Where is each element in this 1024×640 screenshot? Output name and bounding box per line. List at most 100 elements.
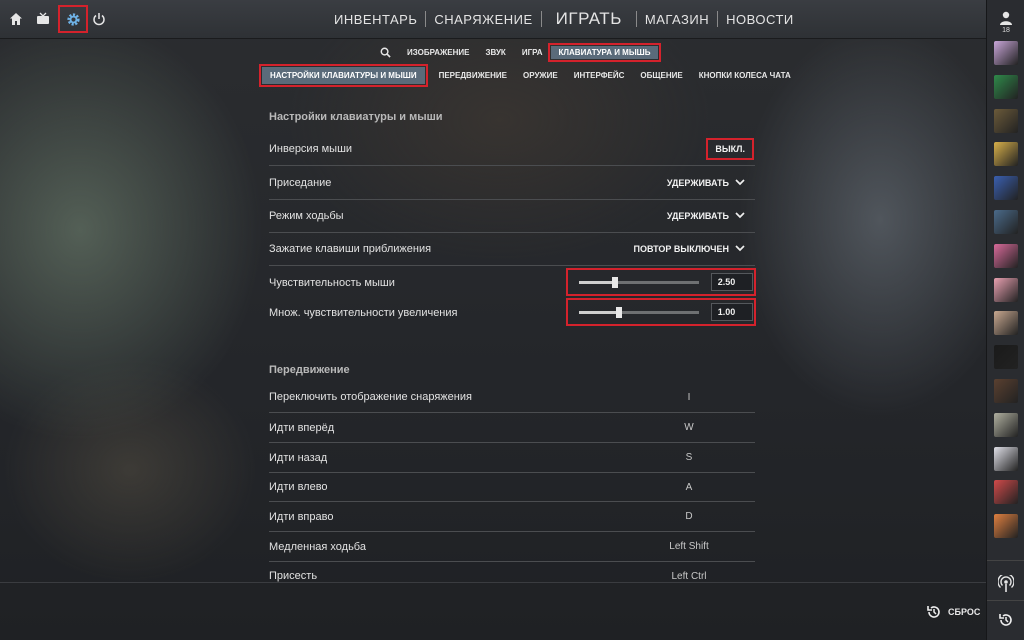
friend-avatar[interactable] [994, 74, 1018, 99]
friend-avatar[interactable] [994, 176, 1018, 201]
zoom-sensitivity-slider: 1.00 [566, 298, 756, 326]
broadcast-icon[interactable] [997, 573, 1015, 598]
search-icon[interactable] [376, 47, 399, 58]
keybind-label: Присесть [269, 570, 318, 582]
reset-label: СБРОС [948, 607, 981, 617]
chevron-down-icon [735, 212, 745, 219]
slider-handle[interactable] [615, 306, 622, 318]
setting-label: Режим ходьбы [269, 209, 344, 222]
footer-divider [0, 582, 986, 583]
zoom-hold-dropdown[interactable]: ПОВТОР ВЫКЛЮЧЕН [633, 244, 745, 254]
subtab-interface[interactable]: ИНТЕРФЕЙС [566, 67, 633, 84]
section-title-keyboard-mouse: Настройки клавиатуры и мыши [269, 111, 443, 123]
gear-icon[interactable] [58, 5, 88, 33]
keybind-value[interactable]: A [649, 482, 729, 493]
crouch-dropdown[interactable]: УДЕРЖИВАТЬ [667, 178, 745, 188]
dropdown-value: УДЕРЖИВАТЬ [666, 210, 729, 221]
setting-row-mouse-sensitivity: Чувствительность мыши 2.50 [269, 266, 756, 299]
friends-sidebar: 18 [986, 0, 1024, 640]
setting-row-zoom-hold: Зажатие клавиши приближения ПОВТОР ВЫКЛЮ… [269, 232, 755, 266]
friend-avatar[interactable] [994, 108, 1018, 133]
friend-avatar[interactable] [994, 412, 1018, 437]
friend-avatar[interactable] [994, 41, 1018, 65]
main-nav: ИНВЕНТАРЬ СНАРЯЖЕНИЕ ИГРАТЬ МАГАЗИН НОВО… [326, 0, 802, 38]
setting-row-crouch: Приседание УДЕРЖИВАТЬ [269, 166, 755, 200]
nav-loadout[interactable]: СНАРЯЖЕНИЕ [426, 12, 540, 27]
subtab-communication[interactable]: ОБЩЕНИЕ [632, 67, 690, 84]
subtab-keyboard-mouse-settings[interactable]: НАСТРОЙКИ КЛАВИАТУРЫ И МЫШИ [259, 64, 428, 87]
keybind-row[interactable]: Идти вправо D [269, 502, 755, 532]
sidebar-divider [987, 600, 1024, 601]
section-title-movement: Передвижение [269, 364, 350, 376]
tab-keyboard-mouse[interactable]: КЛАВИАТУРА И МЫШЬ [547, 42, 662, 62]
keybind-value[interactable]: Left Ctrl [649, 571, 729, 582]
keybind-row[interactable]: Переключить отображение снаряжения I [269, 382, 755, 413]
keybind-value[interactable]: I [649, 392, 729, 403]
walk-mode-dropdown[interactable]: УДЕРЖИВАТЬ [667, 211, 745, 221]
tab-audio[interactable]: ЗВУК [477, 46, 513, 59]
chevron-down-icon [735, 179, 745, 186]
friend-avatar[interactable] [994, 379, 1018, 403]
friend-avatar[interactable] [994, 142, 1018, 167]
nav-inventory[interactable]: ИНВЕНТАРЬ [326, 12, 425, 27]
dropdown-value: ПОВТОР ВЫКЛЮЧЕН [633, 243, 729, 254]
keybind-row[interactable]: Медленная ходьба Left Shift [269, 532, 755, 562]
keybind-value[interactable]: Left Shift [649, 541, 729, 552]
subtab-movement[interactable]: ПЕРЕДВИЖЕНИЕ [431, 67, 515, 84]
nav-store[interactable]: МАГАЗИН [637, 12, 717, 27]
slider-handle[interactable] [611, 276, 618, 288]
setting-label: Чувствительность мыши [269, 276, 395, 289]
keybind-row[interactable]: Идти влево A [269, 473, 755, 502]
keybind-label: Медленная ходьба [269, 540, 366, 553]
friend-avatar[interactable] [994, 345, 1018, 370]
subtab-chat-wheel-keys[interactable]: КНОПКИ КОЛЕСА ЧАТА [691, 67, 799, 84]
slider-fill [579, 310, 619, 314]
subtab-weapons[interactable]: ОРУЖИЕ [515, 67, 566, 84]
friend-avatar[interactable] [994, 311, 1018, 336]
dropdown-value: УДЕРЖИВАТЬ [666, 177, 729, 188]
history-icon[interactable] [998, 612, 1014, 633]
setting-label: Зажатие клавиши приближения [269, 242, 432, 255]
zoom-sensitivity-input[interactable]: 1.00 [710, 303, 753, 321]
keybind-label: Идти вперёд [269, 421, 335, 434]
setting-row-invert-mouse: Инверсия мыши ВЫКЛ. [269, 132, 755, 166]
tv-icon[interactable] [33, 9, 53, 29]
keybind-label: Идти назад [269, 451, 328, 464]
friend-avatar[interactable] [994, 480, 1018, 505]
keybind-label: Переключить отображение снаряжения [269, 391, 472, 403]
keyboard-mouse-subtabs: НАСТРОЙКИ КЛАВИАТУРЫ И МЫШИ ПЕРЕДВИЖЕНИЕ… [259, 64, 799, 87]
settings-tabs: ИЗОБРАЖЕНИЕ ЗВУК ИГРА КЛАВИАТУРА И МЫШЬ [376, 42, 662, 62]
friend-avatar[interactable] [994, 446, 1018, 471]
friend-avatar[interactable] [994, 210, 1018, 234]
mouse-sensitivity-input[interactable]: 2.50 [710, 273, 753, 291]
keybind-value[interactable]: D [649, 511, 729, 522]
keybind-label: Идти вправо [269, 510, 334, 523]
friend-avatar[interactable] [994, 514, 1018, 539]
nav-news[interactable]: НОВОСТИ [718, 12, 802, 27]
mouse-sensitivity-slider: 2.50 [566, 268, 756, 296]
chevron-down-icon [735, 245, 745, 252]
keybind-row[interactable]: Идти назад S [269, 443, 755, 473]
reset-button[interactable]: СБРОС [926, 604, 980, 620]
keybind-row[interactable]: Идти вперёд W [269, 413, 755, 443]
slider-fill [579, 280, 615, 284]
power-icon[interactable] [89, 9, 109, 29]
sidebar-divider [987, 560, 1024, 561]
tab-video[interactable]: ИЗОБРАЖЕНИЕ [399, 46, 477, 59]
friend-avatar[interactable] [994, 243, 1018, 268]
friend-avatar[interactable] [994, 277, 1018, 302]
slider-track[interactable] [579, 276, 699, 288]
invert-mouse-toggle[interactable]: ВЫКЛ. [706, 137, 754, 160]
friends-count: 18 [1002, 27, 1010, 34]
setting-row-zoom-sensitivity: Множ. чувствительности увеличения 1.00 [269, 296, 756, 329]
history-icon [927, 606, 940, 618]
keybind-row[interactable]: Присесть Left Ctrl [269, 562, 755, 590]
nav-play[interactable]: ИГРАТЬ [542, 9, 636, 29]
keybind-value[interactable]: W [649, 422, 729, 433]
home-icon[interactable] [6, 9, 26, 29]
tab-game[interactable]: ИГРА [514, 46, 551, 59]
keybind-value[interactable]: S [649, 452, 729, 463]
slider-track[interactable] [579, 306, 699, 318]
setting-label: Приседание [269, 176, 332, 189]
top-bar: ИНВЕНТАРЬ СНАРЯЖЕНИЕ ИГРАТЬ МАГАЗИН НОВО… [0, 0, 986, 39]
